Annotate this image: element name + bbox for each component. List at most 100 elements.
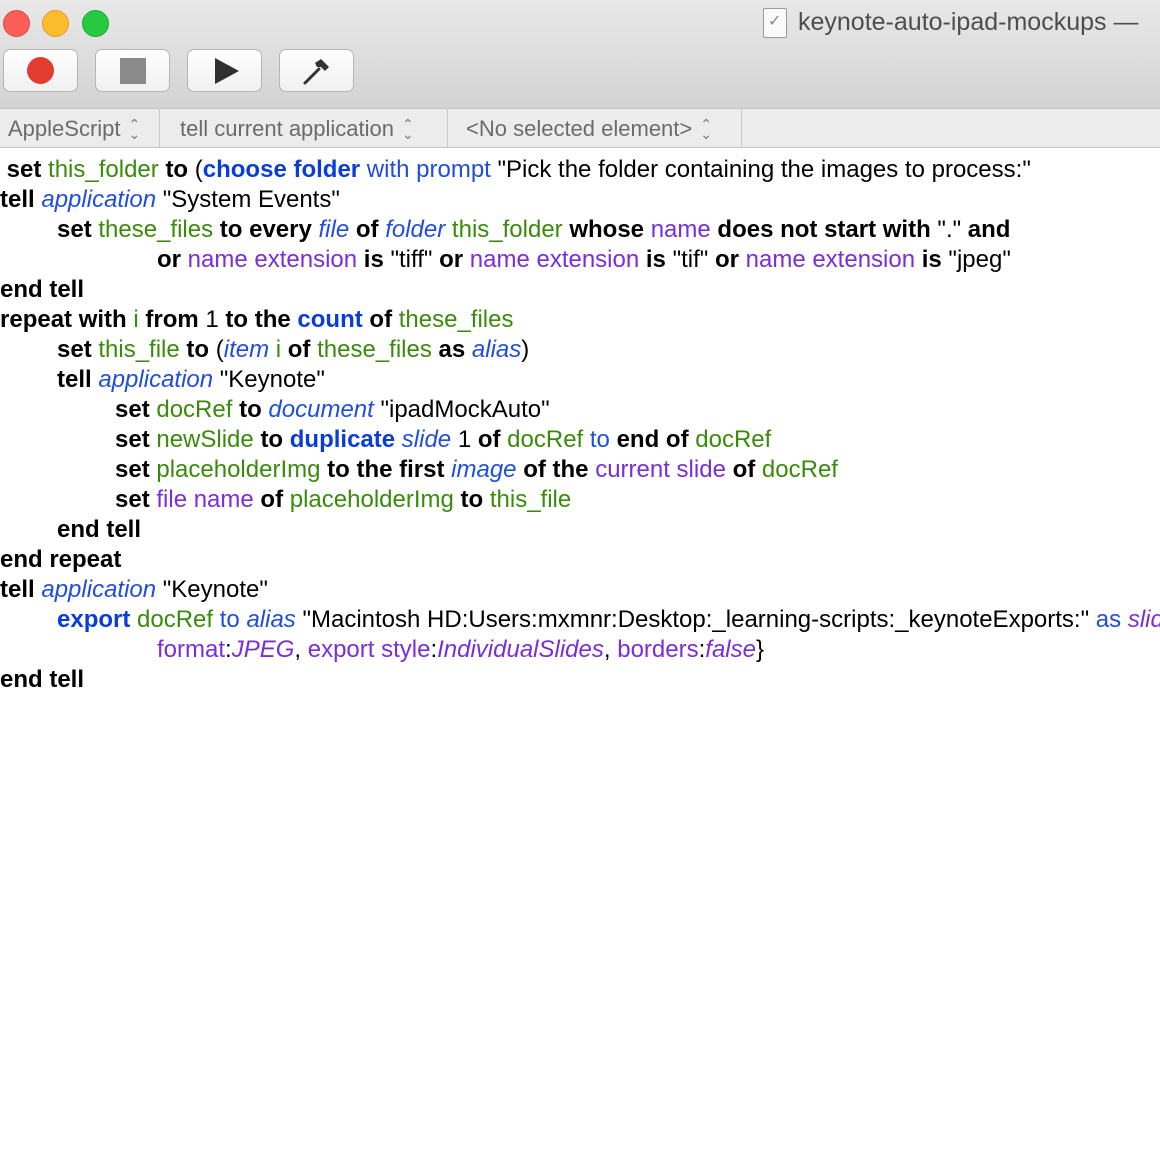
code-token: count	[297, 306, 363, 333]
popup-chevron-icon: ⌃ ⌄	[128, 115, 141, 142]
code-token: with prompt	[366, 156, 491, 183]
code-token: of	[260, 486, 284, 513]
code-token: "tif"	[665, 246, 715, 273]
code-token: this_folder	[48, 156, 159, 183]
compile-button[interactable]	[279, 49, 354, 92]
code-token: to the first	[327, 456, 445, 483]
navigation-bar: AppleScript ⌃ ⌄ tell current application …	[0, 108, 1160, 148]
play-icon	[214, 57, 239, 84]
code-token: tell	[0, 186, 35, 213]
code-token: )	[521, 336, 530, 363]
hammer-icon	[303, 58, 329, 84]
code-token: of	[665, 426, 689, 453]
code-token: and	[967, 216, 1011, 243]
code-token: JPEG	[231, 636, 295, 663]
minimize-window-button[interactable]	[42, 10, 69, 37]
code-token: document	[268, 396, 374, 423]
code-token: name extension	[745, 246, 916, 273]
code-token: "ipadMockAuto"	[373, 396, 550, 423]
code-token: set	[115, 426, 150, 453]
zoom-window-button[interactable]	[82, 10, 109, 37]
code-token: to	[239, 396, 262, 423]
code-token: "Pick the folder containing the images t…	[490, 156, 1031, 183]
code-token: this_folder	[451, 216, 563, 243]
code-token: (	[209, 336, 224, 363]
code-token: slide images	[1127, 606, 1160, 633]
code-line: set these_files to every file of folder …	[57, 215, 1010, 245]
popup-chevron-icon: ⌃ ⌄	[700, 115, 712, 142]
code-token: these_files	[398, 306, 514, 333]
code-token: set	[115, 456, 150, 483]
code-token: of	[287, 336, 311, 363]
close-window-button[interactable]	[3, 10, 30, 37]
code-token: to	[165, 156, 189, 183]
code-line: set docRef to document "ipadMockAuto"	[115, 395, 550, 425]
code-token: docRef	[507, 426, 584, 453]
code-token: IndividualSlides	[437, 636, 604, 663]
code-token: docRef	[761, 456, 838, 483]
record-icon	[27, 57, 54, 84]
code-token: set	[57, 336, 92, 363]
code-token: name extension	[469, 246, 640, 273]
code-line: tell application "System Events"	[0, 185, 340, 215]
code-token: of	[369, 306, 393, 333]
code-token: export style	[307, 636, 431, 663]
code-token: current slide	[595, 456, 726, 483]
target-label: tell current application	[180, 115, 395, 141]
element-popup[interactable]: <No selected element> ⌃ ⌄	[448, 109, 742, 148]
code-line: export docRef to alias "Macintosh HD:Use…	[57, 605, 1160, 635]
code-line: set placeholderImg to the first image of…	[115, 455, 838, 485]
stop-button[interactable]	[95, 49, 170, 92]
code-token: application	[98, 366, 214, 393]
code-token: alias	[246, 606, 296, 633]
code-token: this_file	[98, 336, 180, 363]
target-popup[interactable]: tell current application ⌃ ⌄	[160, 109, 448, 148]
code-token: image	[451, 456, 517, 483]
language-popup[interactable]: AppleScript ⌃ ⌄	[0, 109, 160, 148]
code-token: every	[249, 216, 312, 243]
code-token: alias	[471, 336, 522, 363]
code-token: as	[1095, 606, 1122, 633]
code-token: end repeat	[0, 546, 122, 573]
script-document-icon	[763, 8, 787, 38]
code-token: placeholderImg	[289, 486, 454, 513]
language-label: AppleScript	[8, 115, 121, 141]
code-token: these_files	[317, 336, 432, 363]
code-token: "tiff"	[383, 246, 440, 273]
code-token: of	[477, 426, 501, 453]
title-bar: keynote-auto-ipad-mockups —	[0, 0, 1160, 108]
code-token: duplicate	[289, 426, 396, 453]
code-line: set this_file to (item i of these_files …	[57, 335, 529, 365]
code-token: to	[219, 216, 243, 243]
code-token: choose folder	[202, 156, 361, 183]
code-token: application	[41, 186, 157, 213]
code-token: item	[223, 336, 270, 363]
code-token: as	[438, 336, 466, 363]
code-token: folder	[385, 216, 446, 243]
code-token: file	[318, 216, 350, 243]
code-token: 1	[198, 306, 226, 333]
code-token: placeholderImg	[156, 456, 321, 483]
code-token: docRef	[156, 396, 233, 423]
stop-icon	[119, 57, 146, 84]
record-button[interactable]	[3, 49, 78, 92]
code-token: file name	[156, 486, 254, 513]
code-token: or	[714, 246, 739, 273]
run-button[interactable]	[187, 49, 262, 92]
code-token: or	[439, 246, 464, 273]
script-editor[interactable]: set this_folder to ( choose folder with p…	[0, 150, 1160, 1160]
code-token: to	[186, 336, 210, 363]
